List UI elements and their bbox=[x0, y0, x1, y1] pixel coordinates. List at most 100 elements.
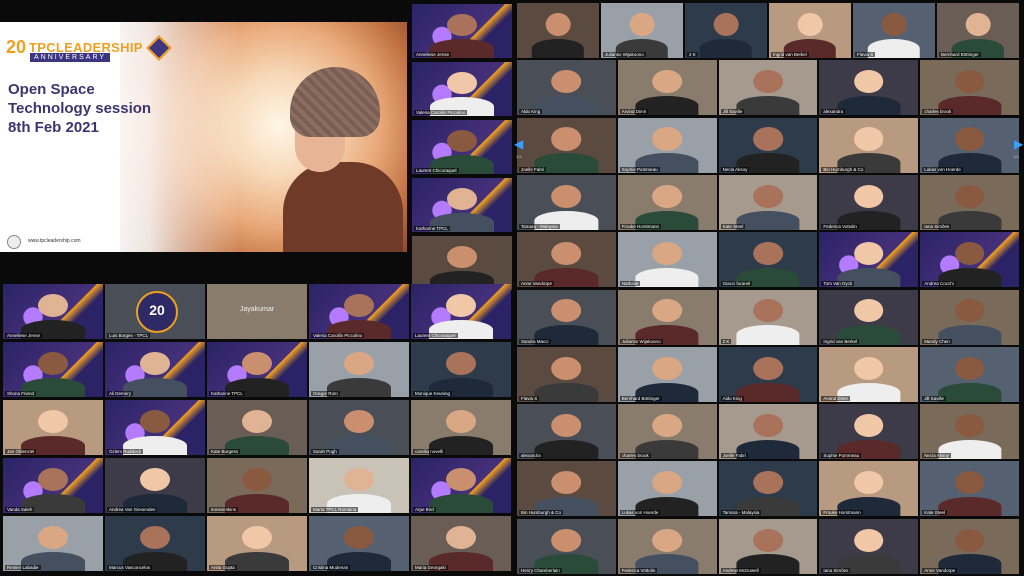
participant-tile[interactable]: Laurent Chicoraquel bbox=[412, 120, 512, 174]
participant-tile[interactable]: Sandra Macci bbox=[517, 289, 616, 345]
participant-tile[interactable]: Laurent Chicoraquel bbox=[411, 284, 511, 339]
participant-name: Jill Saville bbox=[922, 395, 946, 401]
participant-name: Lukas von Hoerde bbox=[619, 510, 661, 516]
participant-tile[interactable]: Katharine TPCL bbox=[207, 342, 307, 397]
participant-tile[interactable]: Maria Georgaki bbox=[411, 516, 511, 571]
participant-name: Federica Vottolin bbox=[821, 223, 859, 229]
participant-tile[interactable]: Sophie Pommeau bbox=[819, 404, 919, 460]
participant-tile[interactable]: Kate Burgess bbox=[207, 400, 307, 455]
participant-tile[interactable]: Jayakumar bbox=[207, 284, 307, 339]
participant-tile[interactable]: Gregor Rom bbox=[309, 342, 409, 397]
participant-name: Cristina Mudenan bbox=[311, 565, 351, 570]
participant-tile[interactable]: Anneliese Jense bbox=[412, 4, 512, 58]
participant-tile[interactable]: Jan Oldenziel bbox=[3, 400, 103, 455]
participant-tile[interactable]: Federica Vottolin bbox=[617, 518, 717, 574]
participant-name: Bin Humburgh & Co bbox=[519, 510, 564, 516]
participant-tile[interactable]: 20 Luis Borges - TPCL bbox=[105, 284, 205, 339]
participant-tile[interactable]: Joelle Fabri bbox=[517, 117, 616, 173]
participant-tile[interactable]: Aldo King bbox=[718, 346, 818, 402]
participant-tile[interactable] bbox=[517, 3, 599, 58]
participant-tile[interactable]: Flavia S bbox=[517, 346, 616, 402]
participant-tile[interactable]: Cristina Mudenan bbox=[309, 516, 409, 571]
participant-tile[interactable]: Nathalie bbox=[617, 232, 717, 288]
participant-tile[interactable]: Marcus Vasconcelos bbox=[105, 516, 205, 571]
participant-tile[interactable]: Andrea Cocchi bbox=[920, 232, 1019, 288]
participant-tile[interactable]: Federica Vottolin bbox=[819, 174, 919, 230]
participant-tile[interactable]: ironesimkins bbox=[207, 458, 307, 513]
participant-tile[interactable]: Arpe Bird bbox=[411, 458, 511, 513]
participant-tile[interactable]: Andrew McDowell bbox=[718, 518, 818, 574]
participant-tile[interactable]: Shona Friend bbox=[3, 342, 103, 397]
participant-tile[interactable]: Joelle Fabri bbox=[718, 404, 818, 460]
participant-tile[interactable]: Tamara - Malaysia bbox=[718, 461, 818, 517]
prev-page-icon[interactable]: ◀ bbox=[514, 135, 523, 153]
participant-tile[interactable]: charles brook bbox=[617, 404, 717, 460]
participant-tile[interactable]: Frouke Horstmann bbox=[617, 174, 717, 230]
participant-tile[interactable]: Arvind Dimri bbox=[617, 60, 717, 116]
participant-name: Kate Steel bbox=[720, 223, 746, 229]
participant-tile[interactable]: Katharine TPCL bbox=[412, 178, 512, 232]
participant-tile[interactable]: Bernhard Böttinger bbox=[937, 3, 1019, 58]
participant-tile[interactable]: alexandra bbox=[819, 60, 919, 116]
participant-tile[interactable]: Lukas von Hoerde bbox=[920, 117, 1019, 173]
participant-tile[interactable]: Tamara - Malaysia bbox=[517, 174, 616, 230]
participant-tile[interactable]: Mandy Chen bbox=[920, 289, 1019, 345]
participant-tile[interactable]: Sophie Pommeau bbox=[617, 117, 717, 173]
participant-tile[interactable]: charles brook bbox=[920, 60, 1019, 116]
participant-tile[interactable] bbox=[412, 236, 512, 290]
participant-name: Arvind Dimri bbox=[619, 109, 649, 115]
participant-tile[interactable]: Lukas von Hoerde bbox=[617, 461, 717, 517]
participant-tile[interactable]: camilla novelli bbox=[411, 400, 511, 455]
participant-tile[interactable]: Flavia S bbox=[853, 3, 935, 58]
participant-tile[interactable]: Bin Humburgh & Co bbox=[819, 117, 919, 173]
participant-tile[interactable]: Necla Aksoy bbox=[718, 117, 818, 173]
participant-tile[interactable]: alexandra bbox=[517, 404, 616, 460]
participant-tile[interactable]: 2 K bbox=[718, 289, 818, 345]
participant-tile[interactable]: Kate Steel bbox=[920, 461, 1019, 517]
participant-name: alexandra bbox=[519, 453, 543, 459]
participant-tile[interactable]: Jill Saville bbox=[718, 60, 818, 116]
participant-tile[interactable]: Anne Vandorpe bbox=[517, 232, 616, 288]
participant-name: Sophie Pommeau bbox=[821, 453, 862, 459]
participant-tile[interactable]: Giacci furanel bbox=[718, 232, 818, 288]
participant-tile[interactable]: Monique Keuning bbox=[411, 342, 511, 397]
participant-name: Juliantio Wijakoono bbox=[603, 52, 646, 57]
participant-name: Valeria Carolilo Piccolino bbox=[414, 110, 468, 115]
participant-name: Gregor Rom bbox=[311, 391, 340, 396]
participant-tile[interactable]: Jill Saville bbox=[920, 346, 1019, 402]
participant-tile[interactable]: Juliantio Wijakoono bbox=[601, 3, 683, 58]
participant-tile[interactable]: Ali Demery bbox=[105, 342, 205, 397]
participant-tile[interactable]: Bin Humburgh & Co bbox=[517, 461, 616, 517]
participant-tile[interactable]: Vanda Saleh bbox=[3, 458, 103, 513]
participant-tile[interactable]: Iana Simões bbox=[920, 174, 1019, 230]
participant-tile[interactable]: Anita Gupta bbox=[207, 516, 307, 571]
participant-tile[interactable]: Tom Van Dyck bbox=[819, 232, 919, 288]
participant-tile[interactable]: Frouke Horstmann bbox=[819, 461, 919, 517]
participant-tile[interactable]: Valeria Carolilo Piccolino bbox=[412, 62, 512, 116]
participant-tile[interactable]: Marta TPCL Romaina bbox=[309, 458, 409, 513]
participant-tile[interactable]: Anne Vandorpe bbox=[920, 518, 1019, 574]
participant-tile[interactable]: Arvind Dimri bbox=[819, 346, 919, 402]
participant-tile[interactable]: Henry Chamberlain bbox=[517, 518, 616, 574]
participant-tile[interactable]: Reinier Labadie bbox=[3, 516, 103, 571]
participant-name: Frouke Horstmann bbox=[619, 223, 662, 229]
participant-tile[interactable]: Necla Aksoy bbox=[920, 404, 1019, 460]
participant-tile[interactable]: Bernhard Böttinger bbox=[617, 346, 717, 402]
participant-tile[interactable]: Iana Simões bbox=[819, 518, 919, 574]
seal-icon bbox=[7, 235, 21, 249]
participant-tile[interactable]: Ozlem Ruddock bbox=[105, 400, 205, 455]
participant-tile[interactable]: Valeria Carolilo Piccolino bbox=[309, 284, 409, 339]
shared-slide: 20 TPCLEADERSHIP ANNIVERSARY Open Space … bbox=[0, 22, 407, 252]
next-page-icon[interactable]: ▶ bbox=[1014, 135, 1023, 153]
participant-tile[interactable]: Anneliese Jense bbox=[3, 284, 103, 339]
participant-tile[interactable]: Ingrid van Berkel bbox=[819, 289, 919, 345]
participant-tile[interactable]: Andrea Van Giesenden bbox=[105, 458, 205, 513]
participant-tile[interactable]: Juliantio Wijakoono bbox=[617, 289, 717, 345]
participant-tile[interactable]: Ingrid van Berkel bbox=[769, 3, 851, 58]
participant-tile[interactable]: 2 K bbox=[685, 3, 767, 58]
participant-name: Anneliese Jense bbox=[5, 333, 43, 338]
participant-tile[interactable]: Aldo King bbox=[517, 60, 616, 116]
participant-tile[interactable]: Sarah Pugh bbox=[309, 400, 409, 455]
participant-tile[interactable]: Kate Steel bbox=[718, 174, 818, 230]
participant-name: Tamara - Malaysia bbox=[720, 510, 762, 516]
